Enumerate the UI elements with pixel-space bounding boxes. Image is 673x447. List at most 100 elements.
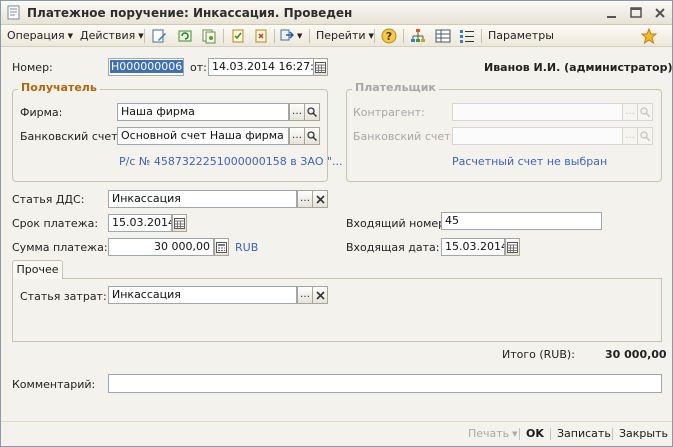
close-button[interactable]: Закрыть <box>619 426 668 442</box>
title-bar: Платежное поручение: Инкассация. Проведе… <box>1 1 672 25</box>
due-date-label: Срок платежа: <box>12 217 99 230</box>
operation-menu[interactable]: Операция ▼ <box>7 28 73 44</box>
total-value: 30 000,00 <box>605 348 667 361</box>
form-body: Номер: Н000000006 от: 14.03.2014 16:27:2… <box>1 48 673 420</box>
ok-button[interactable]: OK <box>526 426 544 442</box>
calendar-button[interactable] <box>313 58 328 76</box>
amount-field[interactable]: 30 000,00 <box>108 238 214 256</box>
toolbar-separator <box>223 29 224 43</box>
recipient-account-link[interactable]: Р/с № 45873222510000001​58 в ЗАО "... <box>119 155 343 168</box>
number-label: Номер: <box>12 61 53 74</box>
chevron-down-icon: ▼ <box>512 430 518 438</box>
firm-field[interactable]: Наша фирма <box>117 103 289 121</box>
dds-clear-button[interactable] <box>312 190 328 208</box>
current-user: Иванов И.И. (администратор) <box>484 61 673 74</box>
dds-select-button[interactable]: … <box>297 190 313 208</box>
payer-account-search-button[interactable] <box>637 127 653 145</box>
recipient-account-select-button[interactable]: … <box>289 127 305 145</box>
number-value: Н000000006 <box>110 60 183 73</box>
payer-account-label: Банковский счет: <box>353 130 455 143</box>
due-date-calendar-button[interactable] <box>172 214 187 232</box>
toolbar-separator <box>374 29 375 43</box>
svg-text:?: ? <box>386 30 392 43</box>
bottom-command-bar: Печать ▼ OK Записать Закрыть <box>1 421 672 446</box>
chevron-down-icon: ▼ <box>297 32 303 40</box>
payer-account-select-button[interactable]: … <box>622 127 638 145</box>
actions-menu-label: Действия <box>80 29 136 42</box>
incoming-date-field[interactable]: 15.03.2014 <box>441 238 505 256</box>
calendar-icon <box>315 62 326 73</box>
number-field[interactable]: Н000000006 <box>108 58 184 76</box>
counterparty-search-button[interactable] <box>637 103 653 121</box>
recipient-account-search-button[interactable] <box>304 127 320 145</box>
dds-label: Статья ДДС: <box>12 193 85 206</box>
cost-item-select-button[interactable]: … <box>297 286 313 304</box>
refresh-icon[interactable] <box>177 28 193 44</box>
toolbar-separator <box>481 29 482 43</box>
recipient-account-field[interactable]: Основной счет Наша фирма <box>117 127 289 145</box>
payer-group-title: Плательщик <box>352 81 439 94</box>
firm-search-button[interactable] <box>304 103 320 121</box>
save-button[interactable]: Записать <box>557 426 611 442</box>
goto-menu-label: Перейти <box>316 29 366 42</box>
edit-document-icon[interactable] <box>151 28 167 44</box>
enter-based-on-menu[interactable]: ▼ <box>280 28 302 44</box>
toolbar-separator <box>403 29 404 43</box>
toolbar-separator <box>144 29 145 43</box>
maximize-icon[interactable] <box>628 5 644 21</box>
close-icon[interactable] <box>652 5 668 21</box>
print-button-label: Печать <box>468 427 510 440</box>
incoming-date-label: Входящая дата: <box>346 241 440 254</box>
goto-menu[interactable]: Перейти ▼ <box>316 28 374 44</box>
unpost-document-icon[interactable] <box>253 28 269 44</box>
firm-select-button[interactable]: … <box>289 103 305 121</box>
chevron-down-icon: ▼ <box>67 32 73 40</box>
operation-menu-label: Операция <box>7 29 65 42</box>
incoming-number-field[interactable]: 45 <box>441 212 602 230</box>
comment-field[interactable] <box>108 374 662 393</box>
bottom-separator <box>550 428 551 440</box>
actions-menu[interactable]: Действия ▼ <box>80 28 144 44</box>
help-icon[interactable]: ? <box>381 28 397 44</box>
recipient-account-label: Банковский счет: <box>20 130 122 143</box>
calculator-button[interactable] <box>214 238 229 256</box>
calendar-icon <box>174 218 185 229</box>
incoming-date-calendar-button[interactable] <box>505 238 520 256</box>
window-title: Платежное поручение: Инкассация. Проведе… <box>27 6 353 20</box>
arrow-right-icon <box>280 29 295 41</box>
post-document-icon[interactable] <box>230 28 246 44</box>
currency-link[interactable]: RUB <box>235 241 258 254</box>
clear-icon <box>315 291 325 300</box>
document-window: Платежное поручение: Инкассация. Проведе… <box>0 0 673 447</box>
tab-other[interactable]: Прочее <box>12 260 63 279</box>
toolbar: Операция ▼ Действия ▼ ▼ Перейти ▼ ? Пара… <box>1 25 672 47</box>
parameters-button[interactable]: Параметры <box>488 28 554 44</box>
incoming-number-label: Входящий номер: <box>346 217 449 230</box>
print-button[interactable]: Печать ▼ <box>468 426 518 442</box>
movements-icon[interactable] <box>435 28 451 44</box>
counterparty-field[interactable] <box>452 103 623 121</box>
list-settings-icon[interactable] <box>459 28 475 44</box>
due-date-field[interactable]: 15.03.2014 <box>108 214 172 232</box>
minimize-icon[interactable] <box>604 5 620 21</box>
dds-field[interactable]: Инкассация <box>108 190 297 208</box>
counterparty-select-button[interactable]: … <box>622 103 638 121</box>
toolbar-separator <box>309 29 310 43</box>
calendar-icon <box>507 242 518 253</box>
date-field[interactable]: 14.03.2014 16:27:26 <box>208 58 314 76</box>
calculator-icon <box>216 242 227 253</box>
structure-icon[interactable] <box>410 28 426 44</box>
clear-icon <box>315 195 325 204</box>
cost-item-clear-button[interactable] <box>312 286 328 304</box>
search-icon <box>640 107 651 118</box>
copy-document-icon[interactable] <box>201 28 217 44</box>
chevron-down-icon: ▼ <box>138 32 144 40</box>
amount-label: Сумма платежа: <box>12 241 108 254</box>
payer-account-field[interactable] <box>452 127 623 145</box>
recipient-group-title: Получатель <box>18 81 100 94</box>
search-icon <box>307 107 318 118</box>
toolbar-separator <box>274 29 275 43</box>
cost-item-field[interactable]: Инкассация <box>108 286 297 304</box>
favorite-star-icon[interactable] <box>641 28 657 44</box>
payer-account-link[interactable]: Расчетный счет не выбран <box>452 155 607 168</box>
